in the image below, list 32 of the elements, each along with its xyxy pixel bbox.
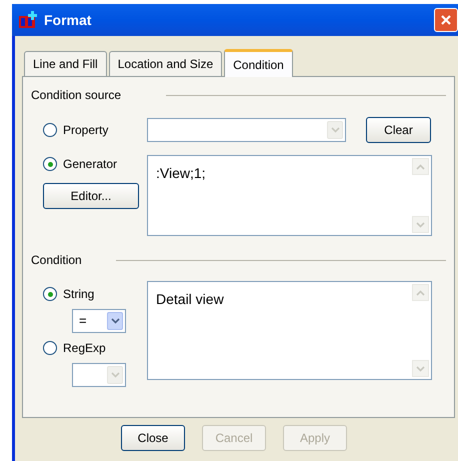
radio-label: RegExp <box>63 340 106 357</box>
radio-label: Property <box>63 122 108 139</box>
scroll-up-icon[interactable] <box>412 158 429 175</box>
radio-button[interactable] <box>43 157 57 171</box>
section-title: Condition source <box>31 87 122 104</box>
dialog-button[interactable]: Close <box>121 425 185 451</box>
text-area[interactable]: :View;1; <box>147 155 432 236</box>
window-title: Format <box>44 10 92 30</box>
operator-combo[interactable] <box>72 363 126 387</box>
scroll-down-icon[interactable] <box>412 360 429 377</box>
radio-button[interactable] <box>43 341 57 355</box>
app-icon <box>18 10 38 30</box>
scroll-down-icon[interactable] <box>412 216 429 233</box>
radio-label: String <box>63 286 94 303</box>
text-area[interactable]: Detail view <box>147 281 432 380</box>
close-icon <box>440 14 452 26</box>
dialog-button[interactable]: Editor... <box>43 183 139 209</box>
text-area-value: Detail view <box>155 290 225 309</box>
tab[interactable]: Line and Fill <box>24 51 107 76</box>
section-title: Condition <box>31 252 82 269</box>
operator-combo[interactable]: = <box>72 309 126 333</box>
close-button[interactable] <box>434 8 458 32</box>
text-area-value: :View;1; <box>155 164 207 183</box>
tab[interactable]: Location and Size <box>108 51 222 76</box>
property-combo[interactable] <box>147 118 346 142</box>
operator-value: = <box>78 312 87 330</box>
radio-button[interactable] <box>43 287 57 301</box>
radio-button[interactable] <box>43 123 57 137</box>
tab[interactable]: Condition <box>224 49 293 77</box>
radio-label: Generator <box>63 156 118 173</box>
dialog-button[interactable]: Clear <box>366 117 431 143</box>
scroll-up-icon[interactable] <box>412 284 429 301</box>
